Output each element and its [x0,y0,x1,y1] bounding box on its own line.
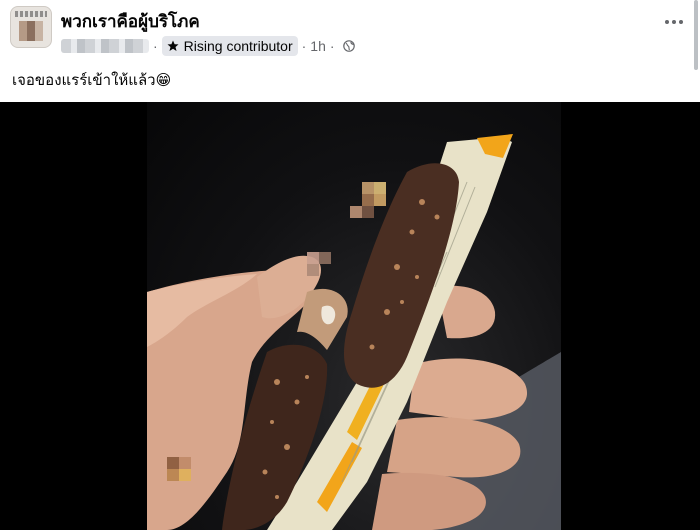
meta-separator: · [329,38,335,54]
scrollbar[interactable] [694,0,698,70]
author-name-blurred[interactable] [61,39,149,53]
post-header: พวกเราคือผู้บริโภค · Rising contributor … [0,0,700,102]
badge-label: Rising contributor [183,38,293,54]
star-badge-icon [166,39,180,53]
ice-cream-bar-photo [147,134,561,530]
more-options-icon[interactable] [665,14,687,30]
post-text: เจอของแรร์เข้าให้แล้ว😁 [12,72,172,89]
post-meta: · Rising contributor · 1h · [61,36,355,56]
globe-icon[interactable] [342,40,355,52]
photo-content [147,102,561,530]
post-time[interactable]: 1h [310,38,326,54]
meta-separator: · [301,38,307,54]
post-photo[interactable] [0,102,700,530]
group-name[interactable]: พวกเราคือผู้บริโภค [61,8,200,35]
meta-separator: · [153,38,158,54]
rising-contributor-badge[interactable]: Rising contributor [161,36,298,56]
group-avatar[interactable] [10,6,52,48]
